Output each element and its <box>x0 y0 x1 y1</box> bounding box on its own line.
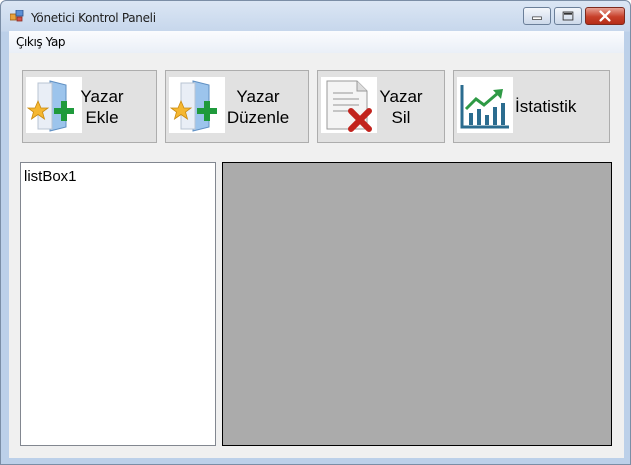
add-author-label-line2: Ekle <box>85 108 119 127</box>
list-item[interactable]: listBox1 <box>24 168 77 185</box>
edit-author-label-line2: Düzenle <box>226 108 290 127</box>
maximize-button[interactable] <box>554 7 582 25</box>
content-panel <box>222 162 612 446</box>
statistics-chart-icon <box>457 77 513 133</box>
statistics-button[interactable]: İstatistik <box>453 70 610 143</box>
window-title: Yönetici Kontrol Paneli <box>31 11 156 25</box>
title-bar[interactable]: Yönetici Kontrol Paneli <box>1 1 630 31</box>
close-icon <box>599 10 611 22</box>
delete-document-icon <box>321 77 377 133</box>
delete-author-label-line2: Sil <box>391 108 411 127</box>
menu-bar: Çıkış Yap <box>9 31 624 53</box>
edit-author-label-line1: Yazar <box>236 87 280 106</box>
add-author-button[interactable]: Yazar Ekle <box>22 70 157 143</box>
maximize-icon <box>562 11 574 21</box>
minimize-button[interactable] <box>523 7 551 25</box>
add-author-icon <box>26 77 82 133</box>
main-window: Yönetici Kontrol Paneli Çıkış Yap Yazar … <box>0 0 631 465</box>
client-area: Çıkış Yap Yazar Ekle Yazar Düzenle Yazar… <box>9 31 624 458</box>
menu-item-logout[interactable]: Çıkış Yap <box>16 35 66 49</box>
statistics-label: İstatistik <box>515 97 577 116</box>
delete-author-button[interactable]: Yazar Sil <box>317 70 445 143</box>
edit-author-icon <box>169 77 225 133</box>
edit-author-button[interactable]: Yazar Düzenle <box>165 70 309 143</box>
delete-author-label-line1: Yazar <box>379 87 423 106</box>
author-listbox[interactable]: listBox1 <box>20 162 216 446</box>
close-button[interactable] <box>585 7 625 25</box>
add-author-label-line1: Yazar <box>80 87 124 106</box>
app-icon <box>10 10 24 22</box>
minimize-icon <box>532 16 542 20</box>
